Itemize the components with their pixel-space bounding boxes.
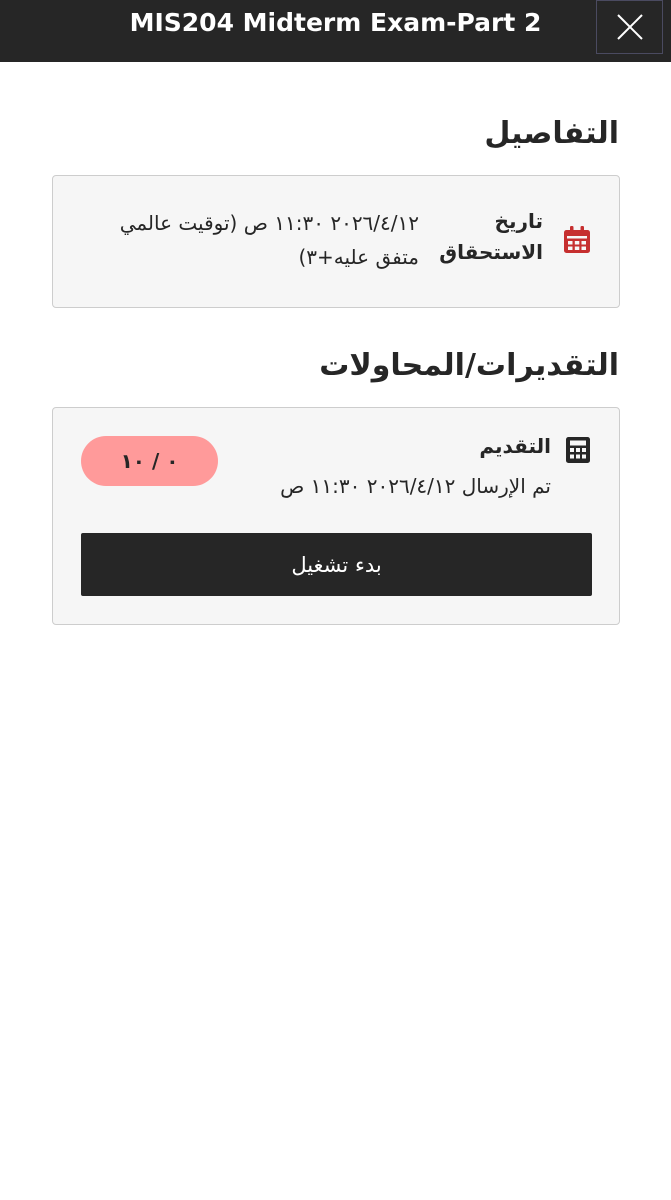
due-date-label-line2: الاستحقاق	[439, 240, 543, 264]
due-date-card: تاريخ الاستحقاق ٢٠٢٦/٤/١٢ ١١:٣٠ ص (توقيت…	[52, 175, 620, 308]
top-bar: MIS204 Midterm Exam-Part 2	[0, 0, 671, 62]
grades-heading: التقديرات/المحاولات	[319, 348, 619, 383]
due-date-label-line1: تاريخ	[494, 209, 543, 233]
close-icon	[616, 14, 643, 40]
submission-card: التقديم تم الإرسال ٢٠٢٦/٤/١٢ ١١:٣٠ ص ٠ /…	[52, 407, 620, 625]
close-button[interactable]	[596, 0, 663, 54]
submission-label: التقديم	[479, 434, 551, 458]
page-title: MIS204 Midterm Exam-Part 2	[129, 8, 542, 37]
due-date-label: تاريخ الاستحقاق	[423, 206, 543, 268]
start-attempt-button[interactable]: بدء تشغيل	[81, 533, 592, 596]
due-date-value-line1: ٢٠٢٦/٤/١٢ ١١:٣٠ ص (توقيت عالمي	[119, 211, 419, 235]
due-date-value: ٢٠٢٦/٤/١٢ ١١:٣٠ ص (توقيت عالمي متفق عليه…	[79, 206, 419, 274]
details-heading: التفاصيل	[484, 116, 619, 151]
grade-badge[interactable]: ٠ / ١٠	[81, 436, 218, 486]
calendar-icon	[564, 226, 590, 253]
submission-status: تم الإرسال ٢٠٢٦/٤/١٢ ١١:٣٠ ص	[280, 474, 551, 498]
due-date-value-line2: متفق عليه+٣)	[298, 245, 419, 269]
calculator-icon	[566, 437, 590, 463]
